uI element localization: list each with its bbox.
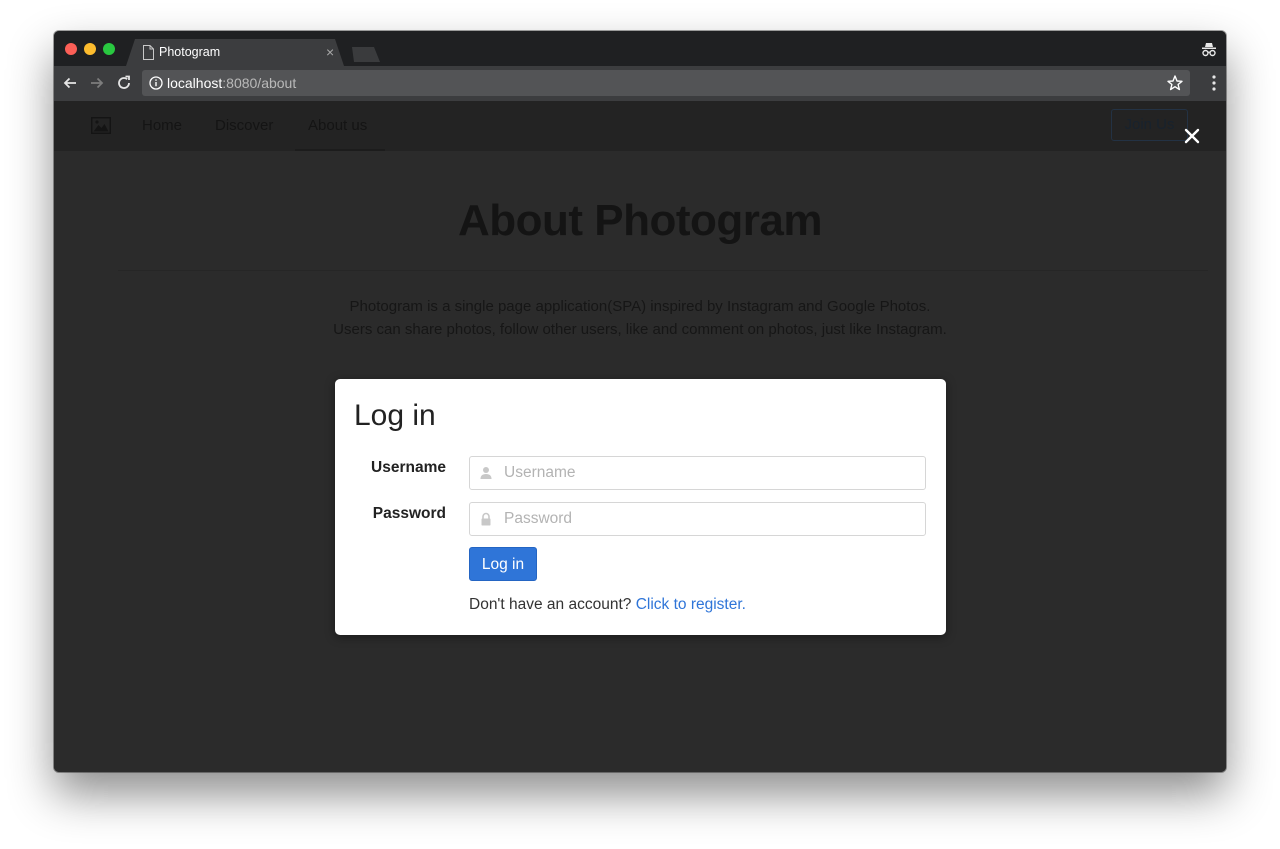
- tab-strip: Photogram ×: [54, 31, 1226, 66]
- divider: [118, 270, 1208, 271]
- register-prompt: Don't have an account? Click to register…: [469, 596, 746, 614]
- back-icon[interactable]: [61, 74, 79, 92]
- password-label: Password: [372, 505, 446, 522]
- maximize-window-button[interactable]: [103, 43, 115, 55]
- about-text-line-1: Photogram is a single page application(S…: [349, 298, 931, 315]
- info-icon[interactable]: [149, 76, 163, 90]
- browser-menu-icon[interactable]: [1212, 75, 1216, 91]
- nav-home[interactable]: Home: [142, 117, 182, 134]
- browser-toolbar: localhost:8080/about: [54, 66, 1226, 101]
- register-link[interactable]: Click to register.: [636, 596, 746, 613]
- url-path: :8080/about: [222, 75, 297, 91]
- url-host: localhost: [167, 75, 223, 91]
- new-tab-button[interactable]: [348, 47, 380, 62]
- password-field[interactable]: [469, 502, 926, 536]
- forward-icon[interactable]: [88, 74, 106, 92]
- close-window-button[interactable]: [65, 43, 77, 55]
- close-icon[interactable]: [1182, 126, 1202, 146]
- login-modal: Log in Username Password Log in Don't: [335, 379, 946, 635]
- username-field[interactable]: [469, 456, 926, 490]
- image-icon[interactable]: [91, 117, 111, 134]
- username-label: Username: [371, 459, 446, 476]
- active-nav-indicator: [295, 149, 385, 151]
- tab-close-icon[interactable]: ×: [326, 44, 334, 60]
- tab-title: Photogram: [159, 45, 221, 59]
- incognito-icon: [1202, 43, 1216, 57]
- page-content: Home Discover About us Join Us About Pho…: [54, 101, 1226, 772]
- bookmark-star-icon[interactable]: [1166, 74, 1184, 92]
- username-input[interactable]: [504, 463, 904, 483]
- tab-photogram[interactable]: Photogram ×: [126, 39, 344, 66]
- url-text: localhost:8080/about: [167, 75, 296, 91]
- reload-icon[interactable]: [115, 74, 133, 92]
- lock-icon: [481, 512, 491, 526]
- join-us-button[interactable]: Join Us: [1111, 109, 1188, 141]
- user-icon: [480, 467, 492, 479]
- nav-about-us[interactable]: About us: [308, 117, 367, 134]
- login-button[interactable]: Log in: [469, 547, 537, 581]
- nav-discover[interactable]: Discover: [215, 117, 273, 134]
- about-text-line-2: Users can share photos, follow other use…: [333, 321, 947, 338]
- password-input[interactable]: [504, 509, 904, 529]
- browser-window: Photogram × localhost:8080/about Home Di…: [54, 31, 1226, 772]
- modal-title: Log in: [354, 399, 436, 432]
- minimize-window-button[interactable]: [84, 43, 96, 55]
- address-bar[interactable]: localhost:8080/about: [142, 70, 1190, 96]
- site-navbar: Home Discover About us Join Us: [54, 101, 1226, 151]
- page-title: About Photogram: [457, 196, 823, 245]
- document-icon: [142, 45, 155, 60]
- register-prompt-text: Don't have an account?: [469, 596, 632, 613]
